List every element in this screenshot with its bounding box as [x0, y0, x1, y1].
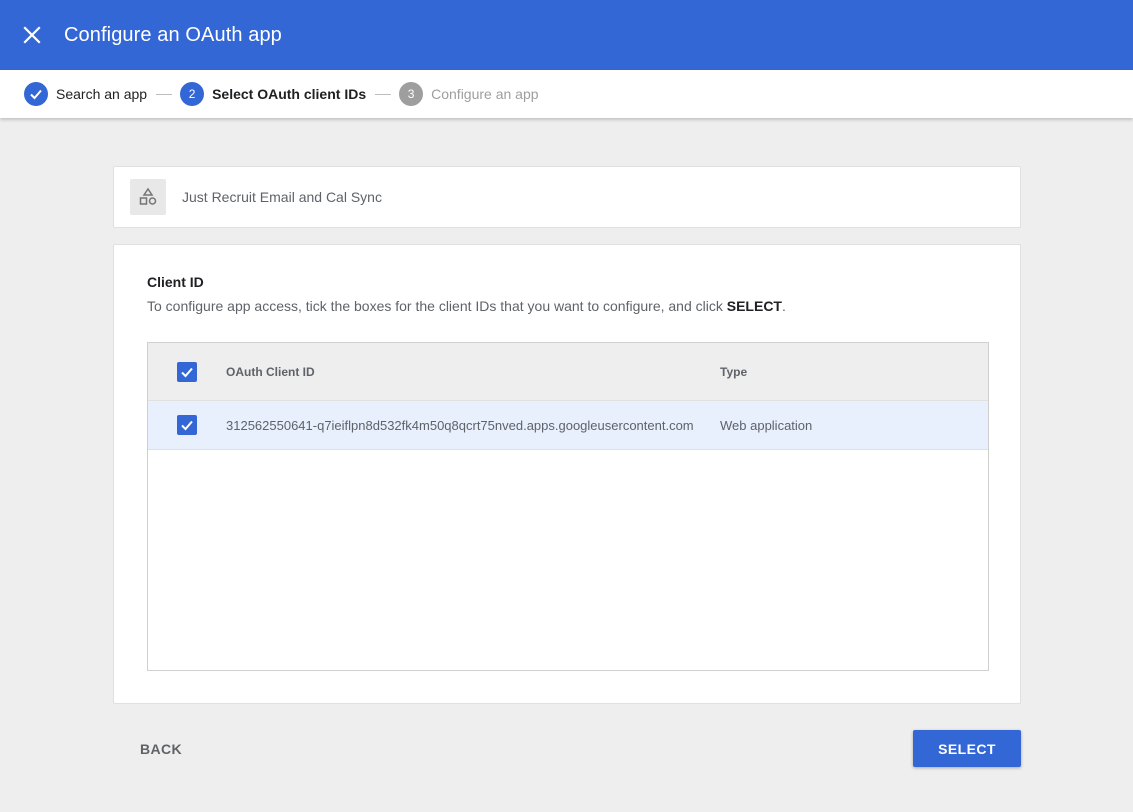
- back-button[interactable]: BACK: [126, 731, 196, 767]
- step-number-badge: 3: [399, 82, 424, 106]
- row-checkbox[interactable]: [177, 415, 197, 435]
- table-header: OAuth Client ID Type: [148, 343, 988, 401]
- step-label: Search an app: [56, 86, 148, 102]
- step-configure-app: 3 Configure an app: [399, 82, 539, 106]
- checkmark-icon: [181, 367, 193, 377]
- top-app-bar: Configure an OAuth app: [0, 0, 1133, 70]
- stepper: Search an app 2 Select OAuth client IDs …: [0, 70, 1133, 118]
- description-action: SELECT: [726, 298, 782, 314]
- column-header-client-id: OAuth Client ID: [226, 364, 315, 379]
- selected-app-card: Just Recruit Email and Cal Sync: [113, 166, 1021, 228]
- checkmark-icon: [181, 420, 193, 431]
- select-all-checkbox[interactable]: [177, 361, 197, 382]
- app-name: Just Recruit Email and Cal Sync: [182, 189, 382, 205]
- section-title: Client ID: [147, 274, 204, 290]
- step-label: Select OAuth client IDs: [212, 86, 367, 102]
- check-icon: [24, 82, 48, 106]
- client-id-card: Client ID To configure app access, tick …: [113, 244, 1021, 704]
- close-button[interactable]: [0, 0, 64, 70]
- description-text: To configure app access, tick the boxes …: [147, 298, 727, 314]
- client-id-value: 312562550641-q7ieiflpn8d532fk4m50q8qcrt7…: [226, 417, 694, 433]
- step-label: Configure an app: [431, 86, 539, 102]
- column-header-type: Type: [720, 364, 748, 379]
- app-shapes-icon: [130, 179, 166, 215]
- page-title: Configure an OAuth app: [64, 23, 282, 46]
- row-checkbox-cell: [148, 415, 226, 435]
- step-search-app[interactable]: Search an app: [24, 82, 147, 106]
- select-button[interactable]: SELECT: [913, 730, 1021, 767]
- client-type-value: Web application: [720, 417, 813, 433]
- step-select-client-ids: 2 Select OAuth client IDs: [180, 82, 366, 106]
- step-connector: [375, 93, 392, 95]
- step-connector: [156, 93, 173, 95]
- description-suffix: .: [781, 298, 786, 314]
- close-icon: [23, 26, 41, 44]
- section-description: To configure app access, tick the boxes …: [147, 298, 786, 314]
- client-id-table: OAuth Client ID Type 312562550641-q7ieif…: [147, 342, 989, 671]
- table-row[interactable]: 312562550641-q7ieiflpn8d532fk4m50q8qcrt7…: [148, 401, 988, 450]
- select-all-cell: [148, 361, 226, 382]
- step-number-badge: 2: [180, 82, 205, 106]
